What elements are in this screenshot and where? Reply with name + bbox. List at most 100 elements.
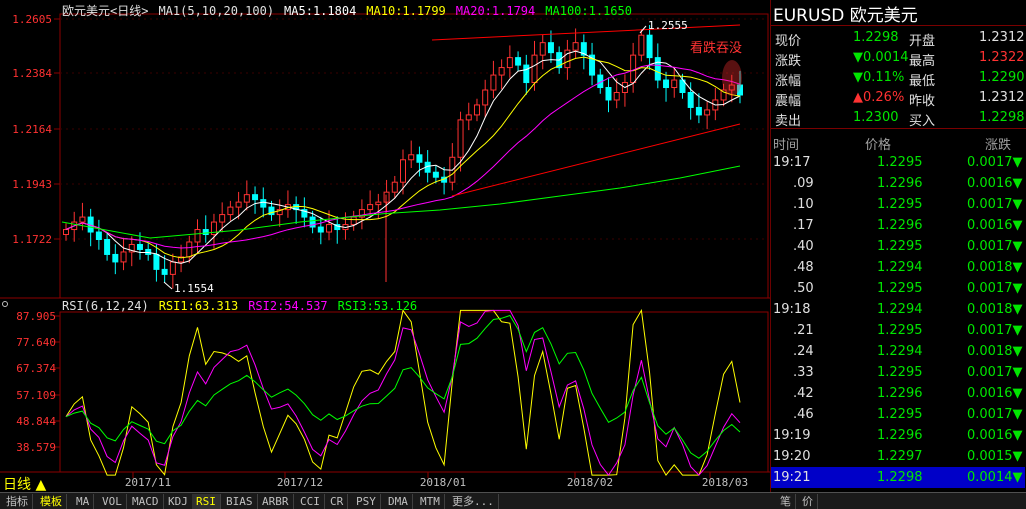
- tick-time: .17: [793, 218, 814, 233]
- tick-header-row: 时间 价格 涨跌: [771, 131, 1025, 153]
- tick-row[interactable]: .17 1.2296 0.0016▼: [771, 215, 1025, 236]
- tick-change: 0.0017▼: [967, 155, 1023, 170]
- tick-row[interactable]: .33 1.2295 0.0017▼: [771, 362, 1025, 383]
- quote-panel: EURUSD 欧元美元 现价 1.2298 开盘 1.2312 涨跌 ▼0.001…: [770, 0, 1026, 492]
- tick-time: .42: [793, 386, 814, 401]
- tick-row[interactable]: 19:20 1.2297 0.0015▼: [771, 446, 1025, 467]
- tick-row[interactable]: .42 1.2296 0.0016▼: [771, 383, 1025, 404]
- candle-body: [654, 57, 661, 81]
- high-price-label: 1.2555: [648, 19, 688, 32]
- candle-body: [350, 216, 357, 226]
- tick-header-price: 价格: [865, 138, 892, 153]
- tick-row[interactable]: .21 1.2295 0.0017▼: [771, 320, 1025, 341]
- chart-canvas[interactable]: 1.2605 1.2384 1.2164 1.1943 1.1722 87.905 77.6…: [0, 0, 770, 492]
- indicator-tab[interactable]: RSI: [192, 494, 221, 509]
- indicator-tab[interactable]: CR: [326, 494, 349, 509]
- rsi2-line: [65, 309, 741, 476]
- kline-chart-area[interactable]: 1.2605 1.2384 1.2164 1.1943 1.1722 87.905 77.6…: [0, 0, 770, 494]
- indicator-tab[interactable]: MA: [72, 494, 95, 509]
- candle-body: [646, 34, 653, 59]
- candle-body: [465, 114, 472, 121]
- tick-price: 1.2295: [877, 407, 923, 422]
- indicator-tab[interactable]: MTM: [416, 494, 445, 509]
- pane-toggle-icon[interactable]: [2, 301, 8, 307]
- rsi-axis-label: 48.844: [16, 415, 56, 428]
- candle-body: [194, 229, 201, 243]
- candle-body: [235, 201, 242, 208]
- quote-label: 昨收: [909, 94, 936, 109]
- quote-row: 震幅 ▲0.26% 昨收 1.2312: [773, 88, 1025, 109]
- tick-row[interactable]: .50 1.2295 0.0017▼: [771, 278, 1025, 299]
- tick-row[interactable]: 19:17 1.2295 0.0017▼: [771, 152, 1025, 173]
- tick-price: 1.2296: [877, 386, 923, 401]
- chart-title: 欧元美元<日线>: [62, 4, 149, 18]
- quote-label: 涨跌: [775, 54, 802, 69]
- tick-row[interactable]: 19:19 1.2296 0.0016▼: [771, 425, 1025, 446]
- tick-time: .48: [793, 260, 814, 275]
- candle-body: [153, 253, 160, 270]
- price-axis-label: 1.1943: [12, 178, 52, 191]
- tick-row[interactable]: .09 1.2296 0.0016▼: [771, 173, 1025, 194]
- tick-price: 1.2296: [877, 176, 923, 191]
- tick-change: 0.0017▼: [967, 323, 1023, 338]
- period-arrow-icon: ▲: [35, 477, 47, 493]
- indicator-tab[interactable]: 模板: [36, 494, 67, 509]
- tick-row[interactable]: .10 1.2295 0.0017▼: [771, 194, 1025, 215]
- date-axis-label: 2018/03: [702, 476, 748, 489]
- panel-title: EURUSD 欧元美元: [773, 1, 1025, 26]
- indicator-tab[interactable]: 更多...: [448, 494, 499, 509]
- candle-body: [260, 199, 267, 208]
- tick-row[interactable]: .40 1.2295 0.0017▼: [771, 236, 1025, 257]
- tick-price: 1.2298: [877, 470, 923, 485]
- ma-params: MA1(5,10,20,100): [158, 4, 275, 18]
- candle-body: [408, 154, 415, 161]
- candle-body: [547, 42, 554, 54]
- tick-row[interactable]: .46 1.2295 0.0017▼: [771, 404, 1025, 425]
- panel-tab-prices[interactable]: 价: [798, 494, 818, 509]
- tick-time: .10: [793, 197, 814, 212]
- quote-label: 开盘: [909, 34, 936, 49]
- tick-change: 0.0017▼: [967, 197, 1023, 212]
- quote-label: 最高: [909, 54, 936, 69]
- quote-label: 买入: [909, 114, 936, 129]
- tick-time: .50: [793, 281, 814, 296]
- tick-price: 1.2295: [877, 239, 923, 254]
- indicator-tab[interactable]: BIAS: [222, 494, 258, 509]
- tick-time: .40: [793, 239, 814, 254]
- indicator-tab[interactable]: CCI: [296, 494, 325, 509]
- indicator-tab[interactable]: VOL: [98, 494, 127, 509]
- quote-row: 现价 1.2298 开盘 1.2312: [773, 28, 1025, 49]
- tick-row[interactable]: .48 1.2294 0.0018▼: [771, 257, 1025, 278]
- tick-change: 0.0018▼: [967, 344, 1023, 359]
- indicator-tab[interactable]: ARBR: [258, 494, 294, 509]
- quote-label: 震幅: [775, 94, 802, 109]
- tick-row[interactable]: 19:21 1.2298 0.0014▼: [771, 467, 1025, 488]
- indicator-tab[interactable]: KDJ: [164, 494, 193, 509]
- indicator-tab[interactable]: 指标: [2, 494, 33, 509]
- tick-row[interactable]: .24 1.2294 0.0018▼: [771, 341, 1025, 362]
- tick-row[interactable]: 19:18 1.2294 0.0018▼: [771, 299, 1025, 320]
- indicator-tab[interactable]: PSY: [352, 494, 381, 509]
- tick-header-change: 涨跌: [985, 138, 1012, 153]
- price-axis-label: 1.2164: [12, 123, 52, 136]
- candle-body: [539, 42, 546, 56]
- low-marker: [163, 281, 173, 290]
- quote-label: 最低: [909, 74, 936, 89]
- candle-body: [572, 42, 579, 51]
- rsi1-value: RSI1:63.313: [158, 299, 239, 313]
- indicator-tab[interactable]: DMA: [384, 494, 413, 509]
- candle-body: [169, 261, 176, 275]
- date-axis-label: 2017/12: [277, 476, 323, 489]
- period-label: 日线: [3, 477, 31, 493]
- panel-tab-trades[interactable]: 笔: [776, 494, 796, 509]
- candle-body: [79, 216, 86, 223]
- quote-value: ▼0.11%: [853, 70, 905, 85]
- tick-price: 1.2295: [877, 155, 923, 170]
- tick-change: 0.0016▼: [967, 176, 1023, 191]
- period-selector[interactable]: 日线 ▲: [3, 474, 46, 494]
- quote-value: ▼0.0014: [853, 50, 909, 65]
- candle-body: [63, 229, 69, 236]
- date-axis-label: 2018/01: [420, 476, 466, 489]
- ma100-value: MA100:1.1650: [545, 4, 632, 18]
- indicator-tab[interactable]: MACD: [128, 494, 164, 509]
